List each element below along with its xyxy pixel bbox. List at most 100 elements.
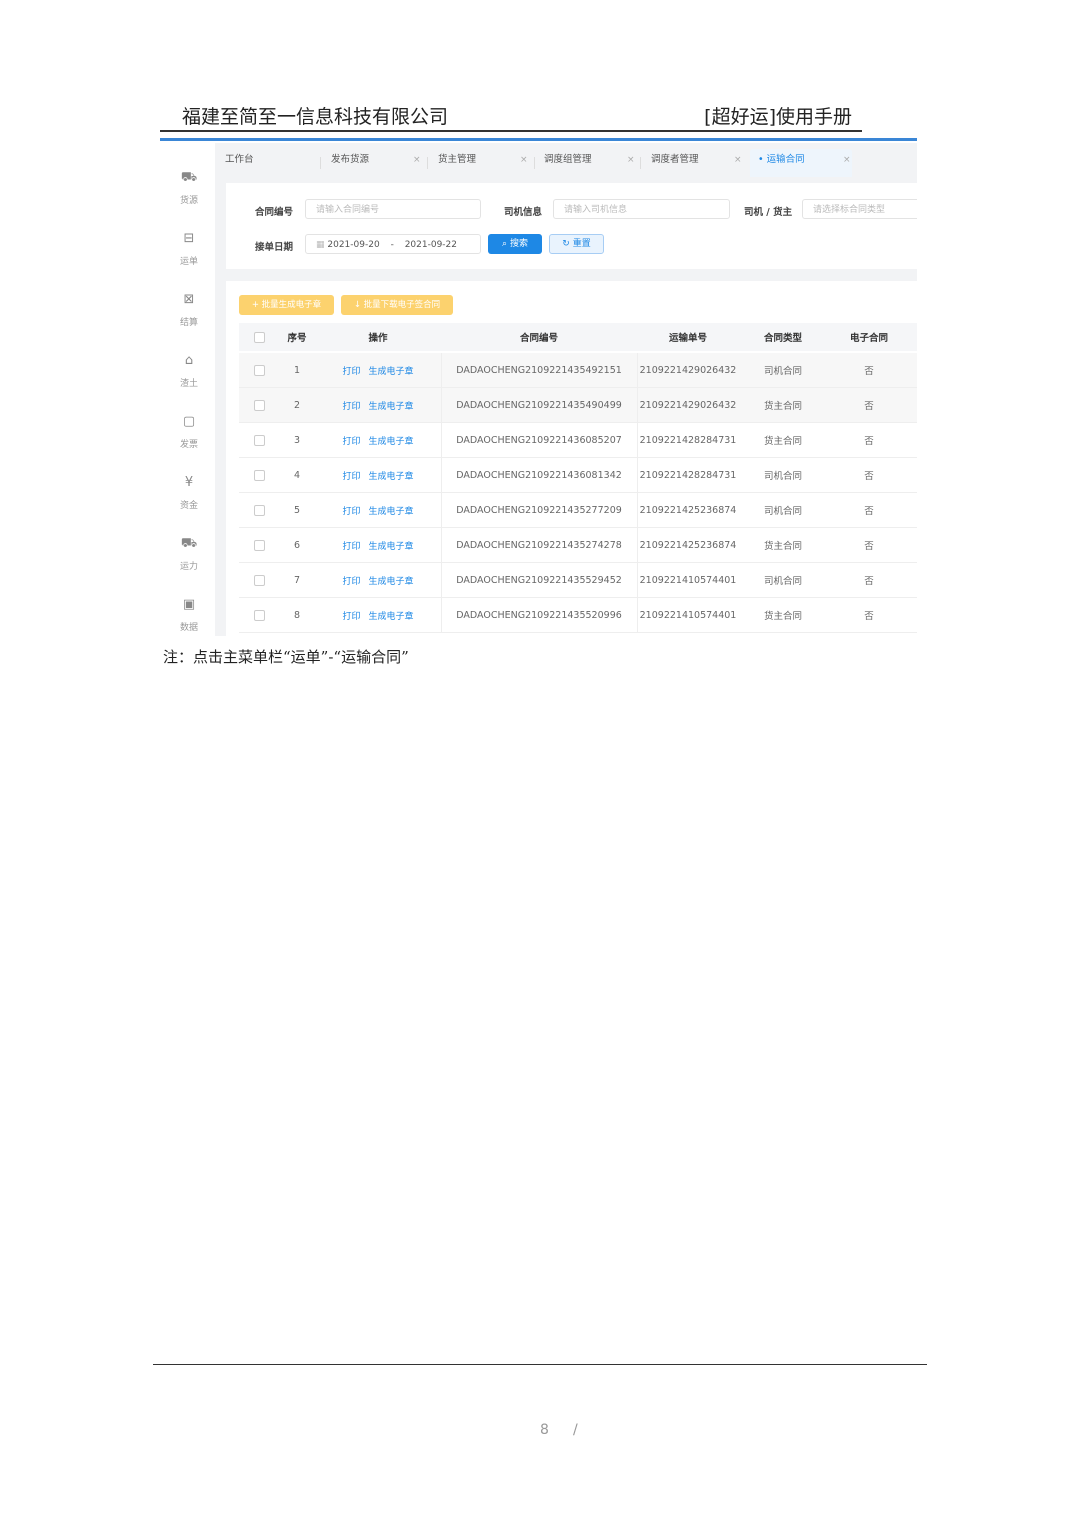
header-e-contract: 电子合同 xyxy=(849,333,888,344)
tab-transport-contract[interactable]: • 运输合同 × xyxy=(750,149,852,177)
row-checkbox[interactable] xyxy=(239,353,279,387)
column-divider xyxy=(441,563,442,597)
sidebar-item-label: 运单 xyxy=(179,257,198,267)
sidebar-item-capacity[interactable]: ⛟ 运力 xyxy=(163,535,215,572)
table-row[interactable]: 6 打印 生成电子章 DADAOCHENG2109221435274278 210922… xyxy=(239,528,917,563)
print-link[interactable]: 打印 xyxy=(342,609,360,622)
table-row[interactable]: 4 打印 生成电子章 DADAOCHENG2109221436081342 210922… xyxy=(239,458,917,493)
row-e-contract: 否 xyxy=(864,576,874,587)
date-end: 2021-09-22 xyxy=(404,240,457,250)
row-checkbox[interactable] xyxy=(239,388,279,422)
table-row[interactable]: 5 打印 生成电子章 DADAOCHENG2109221435277209 210922… xyxy=(239,493,917,528)
close-icon[interactable]: × xyxy=(843,149,851,171)
column-divider xyxy=(441,598,442,632)
tab-bar: 工作台 发布货源 × 货主管理 × 调度组管理 × 调度者管理 × • 运输合同… xyxy=(215,149,917,177)
row-checkbox[interactable] xyxy=(239,528,279,562)
search-icon: ⌕ xyxy=(502,239,510,249)
sidebar-item-label: 发票 xyxy=(179,440,198,450)
generate-seal-link[interactable]: 生成电子章 xyxy=(369,469,414,482)
reset-button[interactable]: ↻ 重置 xyxy=(549,234,604,254)
column-divider xyxy=(637,598,638,632)
contract-no-input[interactable]: 请输入合同编号 xyxy=(305,199,481,219)
row-waybill-no: 2109221428284731 xyxy=(639,434,737,446)
row-contract-no: DADAOCHENG2109221435529452 xyxy=(456,574,622,586)
generate-seal-link[interactable]: 生成电子章 xyxy=(369,539,414,552)
row-index: 4 xyxy=(293,469,301,481)
print-link[interactable]: 打印 xyxy=(342,574,360,587)
print-link[interactable]: 打印 xyxy=(342,504,360,517)
row-contract-type: 司机合同 xyxy=(763,576,802,587)
table-row[interactable]: 8 打印 生成电子章 DADAOCHENG2109221435520996 210922… xyxy=(239,598,917,633)
tab-dispatcher[interactable]: 调度者管理 × xyxy=(651,149,742,177)
close-icon[interactable]: × xyxy=(413,149,421,171)
column-divider xyxy=(637,563,638,597)
batch-generate-seal-button[interactable]: + 批量生成电子章 xyxy=(239,295,334,315)
column-divider xyxy=(441,493,442,527)
row-waybill-no: 2109221429026432 xyxy=(639,399,737,411)
sidebar-item-cargo[interactable]: ⛟ 货源 xyxy=(163,169,215,206)
print-link[interactable]: 打印 xyxy=(342,364,360,377)
row-waybill-no: 2109221429026432 xyxy=(639,364,737,376)
search-button-label: 搜索 xyxy=(509,239,528,249)
tab-shipper-management[interactable]: 货主管理 × xyxy=(438,149,528,177)
sidebar: ⛟ 货源 ⊟ 运单 ⊠ 结算 ⌂ 渣土 ▢ 发票 ¥ 资金 ⛟ 运力 ▣ 数据 xyxy=(163,143,215,636)
column-divider xyxy=(441,353,442,387)
generate-seal-link[interactable]: 生成电子章 xyxy=(369,609,414,622)
print-link[interactable]: 打印 xyxy=(342,539,360,552)
row-contract-no: DADAOCHENG2109221435490499 xyxy=(456,399,622,411)
row-actions: 打印 生成电子章 xyxy=(315,458,441,492)
sidebar-item-settlement[interactable]: ⊠ 结算 xyxy=(163,291,215,328)
table-row[interactable]: 7 打印 生成电子章 DADAOCHENG2109221435529452 210922… xyxy=(239,563,917,598)
sidebar-item-invoice[interactable]: ▢ 发票 xyxy=(163,413,215,450)
generate-seal-link[interactable]: 生成电子章 xyxy=(369,504,414,517)
batch-download-label: 批量下载电子签合同 xyxy=(363,300,441,310)
generate-seal-link[interactable]: 生成电子章 xyxy=(369,399,414,412)
select-all-checkbox[interactable] xyxy=(239,323,279,351)
generate-seal-link[interactable]: 生成电子章 xyxy=(369,364,414,377)
tab-workbench[interactable]: 工作台 xyxy=(225,149,254,177)
tab-dispatch-group[interactable]: 调度组管理 × xyxy=(544,149,635,177)
row-e-contract: 否 xyxy=(864,541,874,552)
sidebar-item-muck[interactable]: ⌂ 渣土 xyxy=(163,352,215,389)
close-icon[interactable]: × xyxy=(627,149,635,171)
sidebar-item-label: 货源 xyxy=(179,196,198,206)
sidebar-item-label: 渣土 xyxy=(179,379,198,389)
print-link[interactable]: 打印 xyxy=(342,399,360,412)
download-icon: ↓ xyxy=(353,300,364,310)
chart-icon: ▣ xyxy=(182,597,196,612)
doc-company-name: 福建至简至一信息科技有限公司 xyxy=(182,106,449,128)
table-row[interactable]: 3 打印 生成电子章 DADAOCHENG2109221436085207 210922… xyxy=(239,423,917,458)
truck-icon: ⛟ xyxy=(180,170,198,185)
contract-type-label: 司机 / 货主 xyxy=(744,207,793,218)
row-checkbox[interactable] xyxy=(239,493,279,527)
table-row[interactable]: 1 打印 生成电子章 DADAOCHENG2109221435492151 210922… xyxy=(239,353,917,388)
contract-type-select[interactable]: 请选择标合同类型 xyxy=(802,199,917,219)
percent-icon: ⊠ xyxy=(183,292,195,307)
header-contract-no: 合同编号 xyxy=(519,333,558,344)
row-contract-no: DADAOCHENG2109221436085207 xyxy=(456,434,622,446)
generate-seal-link[interactable]: 生成电子章 xyxy=(369,434,414,447)
close-icon[interactable]: × xyxy=(520,149,528,171)
plus-icon: + xyxy=(251,300,262,310)
generate-seal-link[interactable]: 生成电子章 xyxy=(369,574,414,587)
search-button[interactable]: ⌕ 搜索 xyxy=(488,234,542,254)
vehicle-icon: ⛟ xyxy=(180,536,198,551)
sidebar-item-funds[interactable]: ¥ 资金 xyxy=(163,474,215,511)
row-checkbox[interactable] xyxy=(239,423,279,457)
date-range-picker[interactable]: ▦ 2021-09-20 - 2021-09-22 xyxy=(305,234,481,254)
row-checkbox[interactable] xyxy=(239,563,279,597)
row-contract-type: 司机合同 xyxy=(763,366,802,377)
tab-label: 货主管理 xyxy=(438,154,477,165)
sidebar-item-waybill[interactable]: ⊟ 运单 xyxy=(163,230,215,267)
row-checkbox[interactable] xyxy=(239,458,279,492)
print-link[interactable]: 打印 xyxy=(342,434,360,447)
app-screenshot: ⛟ 货源 ⊟ 运单 ⊠ 结算 ⌂ 渣土 ▢ 发票 ¥ 资金 ⛟ 运力 ▣ 数据 xyxy=(163,143,917,636)
row-checkbox[interactable] xyxy=(239,598,279,632)
batch-download-contract-button[interactable]: ↓ 批量下载电子签合同 xyxy=(341,295,453,315)
tab-publish-cargo[interactable]: 发布货源 × xyxy=(331,149,421,177)
table-row[interactable]: 2 打印 生成电子章 DADAOCHENG2109221435490499 210922… xyxy=(239,388,917,423)
print-link[interactable]: 打印 xyxy=(342,469,360,482)
close-icon[interactable]: × xyxy=(734,149,742,171)
driver-info-input[interactable]: 请输入司机信息 xyxy=(553,199,730,219)
sidebar-item-data[interactable]: ▣ 数据 xyxy=(163,596,215,633)
